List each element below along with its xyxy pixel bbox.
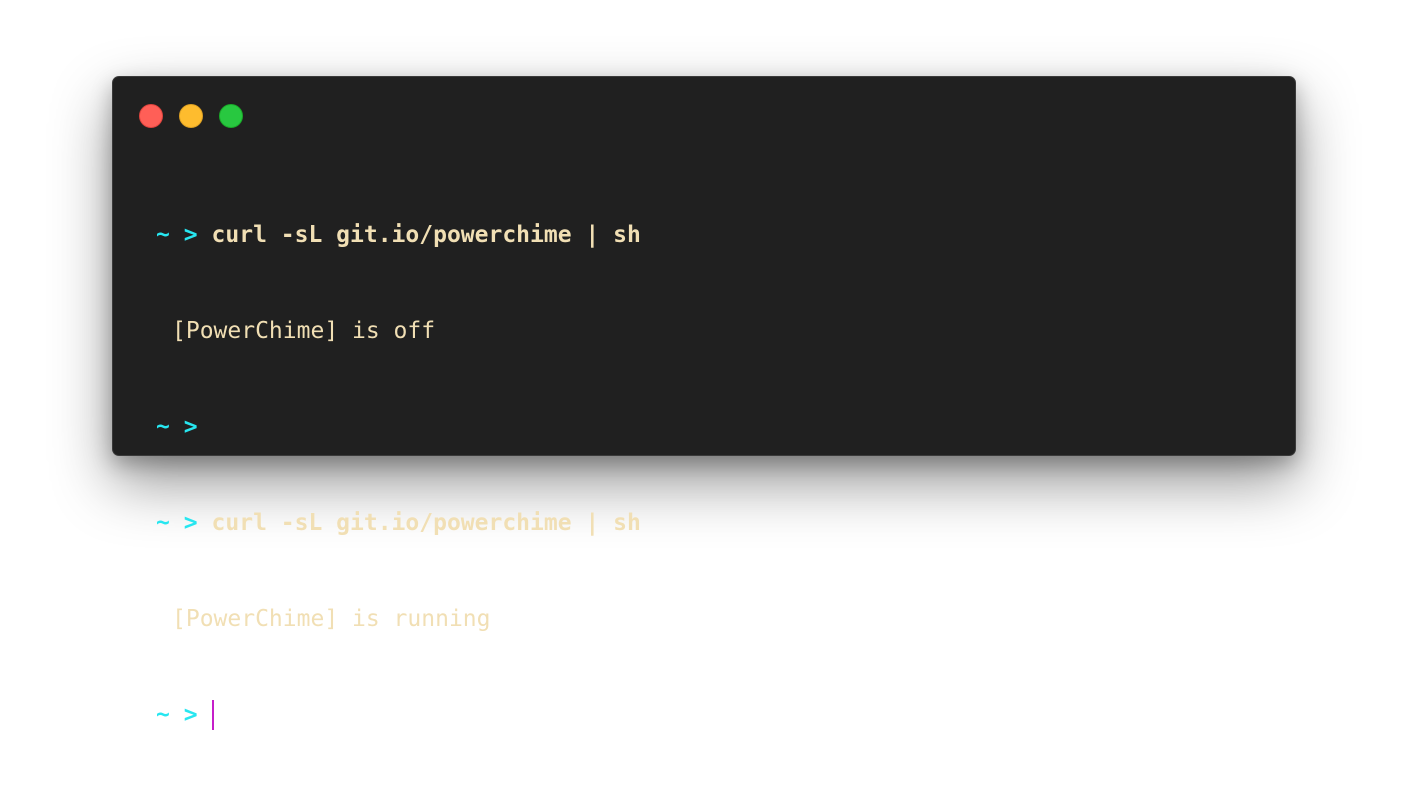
minimize-button[interactable] xyxy=(179,104,203,128)
prompt: ~ > xyxy=(156,414,198,440)
terminal-line: ~ > xyxy=(156,411,641,443)
terminal-window: ~ > curl -sL git.io/powerchime | sh [Powe… xyxy=(112,76,1296,730)
prompt: ~ > xyxy=(156,222,198,248)
terminal-line-active[interactable]: ~ > xyxy=(156,699,641,731)
terminal-line: [PowerChime] is running xyxy=(156,603,641,635)
output-text: [PowerChime] is running xyxy=(172,606,491,632)
text-cursor xyxy=(211,700,214,730)
prompt: ~ > xyxy=(156,702,198,728)
window-controls xyxy=(139,104,243,128)
command-text: curl -sL git.io/powerchime | sh xyxy=(211,222,641,248)
output-text: [PowerChime] is off xyxy=(172,318,436,344)
command-text: curl -sL git.io/powerchime | sh xyxy=(211,510,641,536)
terminal-line: [PowerChime] is off xyxy=(156,315,641,347)
zoom-button[interactable] xyxy=(219,104,243,128)
terminal-output[interactable]: ~ > curl -sL git.io/powerchime | sh [Powe… xyxy=(156,155,641,795)
prompt: ~ > xyxy=(156,510,198,536)
terminal-line: ~ > curl -sL git.io/powerchime | sh xyxy=(156,507,641,539)
close-button[interactable] xyxy=(139,104,163,128)
terminal-line: ~ > curl -sL git.io/powerchime | sh xyxy=(156,219,641,251)
